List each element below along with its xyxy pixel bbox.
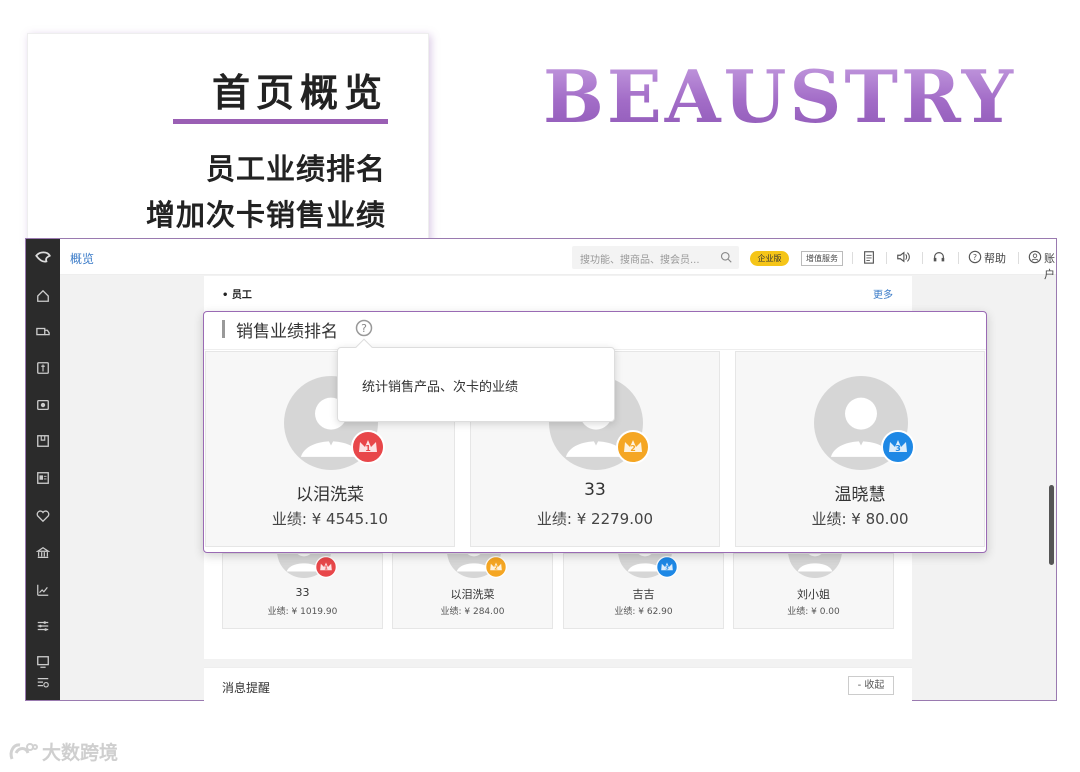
app-logo-icon[interactable]: [26, 247, 60, 269]
collapse-button[interactable]: - 收起: [848, 676, 894, 695]
staff-name: 吉吉: [632, 588, 655, 601]
more-link[interactable]: 更多: [873, 286, 893, 301]
box-icon[interactable]: [26, 431, 60, 451]
staff-performance: 业绩: ¥ 2279.00: [536, 510, 654, 528]
rank-number: 2: [630, 444, 636, 453]
watermark-logo-icon: [9, 742, 38, 760]
messages-bar: 消息提醒 - 收起: [204, 667, 912, 701]
title-accent-bar: [222, 320, 225, 338]
wallet-icon[interactable]: [26, 358, 60, 378]
staff-name: 33: [295, 586, 310, 599]
staff-name: 温晓慧: [834, 485, 886, 505]
speaker-icon[interactable]: [896, 250, 910, 264]
staff-performance: 业绩: ¥ 80.00: [811, 510, 909, 528]
divider: [922, 252, 923, 264]
staff-name: 以泪洗菜: [296, 485, 364, 505]
promo-underline: [173, 119, 388, 124]
help-link[interactable]: 帮助: [984, 250, 1006, 266]
promo-line-1: 员工业绩排名: [205, 152, 386, 186]
staff-card[interactable]: 刘小姐 业绩: ¥ 0.00: [733, 553, 894, 629]
breadcrumb[interactable]: 概览: [70, 250, 94, 267]
svg-text:?: ?: [973, 253, 977, 262]
edition-badge[interactable]: 企业版: [750, 251, 789, 266]
sliders-icon[interactable]: [26, 616, 60, 636]
bank-icon[interactable]: [26, 543, 60, 563]
clipboard-icon[interactable]: [862, 250, 876, 264]
staff-card[interactable]: 3 吉吉 业绩: ¥ 62.90: [563, 553, 724, 629]
divider: [852, 252, 853, 264]
divider: [1018, 252, 1019, 264]
staff-card[interactable]: 1 33 业绩: ¥ 1019.90: [222, 553, 383, 629]
rank-number: 3: [665, 566, 669, 572]
rank-number: 1: [365, 444, 371, 453]
chart-icon[interactable]: [26, 580, 60, 600]
crown-badge-icon: 3: [881, 430, 915, 464]
svg-text:?: ?: [361, 322, 367, 335]
headset-icon[interactable]: [932, 250, 946, 264]
staff-name: 33: [584, 480, 606, 500]
screen-icon[interactable]: [26, 652, 60, 672]
search-icon[interactable]: [720, 251, 732, 263]
rank-number: 3: [895, 444, 901, 453]
watermark-text: 大数跨境: [42, 742, 119, 764]
staff-card[interactable]: 2 以泪洗菜 业绩: ¥ 284.00: [392, 553, 553, 629]
staff-performance: 业绩: ¥ 1019.90: [267, 607, 338, 617]
top-staff-card[interactable]: 3 温晓慧 业绩: ¥ 80.00: [735, 351, 985, 547]
value-service-button[interactable]: 增值服务: [801, 251, 843, 266]
sidebar: [26, 239, 60, 700]
promo-title: 首页概览: [211, 71, 388, 115]
staff-performance: 业绩: ¥ 284.00: [440, 607, 505, 617]
section-label: • 员工: [222, 290, 252, 301]
camera-icon[interactable]: [26, 395, 60, 415]
search-placeholder: 搜功能、搜商品、搜会员...: [580, 255, 700, 266]
messages-label: 消息提醒: [222, 681, 271, 695]
divider: [958, 252, 959, 264]
staff-performance: 业绩: ¥ 62.90: [614, 607, 673, 617]
staff-performance: 业绩: ¥ 4545.10: [271, 510, 389, 528]
crown-badge-icon: 1: [315, 556, 337, 578]
home-icon[interactable]: [26, 286, 60, 306]
staff-name: 刘小姐: [797, 588, 830, 601]
tooltip-text: 统计销售产品、次卡的业绩: [362, 380, 519, 395]
popup-title: 销售业绩排名: [236, 322, 338, 342]
avatar: [788, 554, 842, 578]
id-card-icon[interactable]: [26, 468, 60, 488]
search-input[interactable]: 搜功能、搜商品、搜会员...: [572, 246, 739, 269]
promo-card: 首页概览 员工业绩排名 增加次卡销售业绩: [27, 33, 429, 245]
heart-icon[interactable]: [26, 506, 60, 526]
watermark: 大数跨境: [8, 738, 118, 765]
account-icon[interactable]: [1028, 250, 1042, 264]
promo-line-2: 增加次卡销售业绩: [145, 198, 386, 232]
staff-performance: 业绩: ¥ 0.00: [787, 607, 840, 617]
crown-badge-icon: 3: [656, 556, 678, 578]
brand-logo: BEAUSTRY: [543, 54, 1016, 139]
help-icon[interactable]: ?: [968, 250, 982, 264]
scrollbar[interactable]: [1048, 275, 1056, 700]
crown-badge-icon: 2: [616, 430, 650, 464]
rank-number: 2: [494, 566, 498, 572]
question-icon[interactable]: ?: [355, 319, 373, 337]
search-list-icon[interactable]: [26, 673, 60, 693]
truck-icon[interactable]: [26, 322, 60, 342]
crown-badge-icon: 1: [351, 430, 385, 464]
divider: [886, 252, 887, 264]
crown-badge-icon: 2: [485, 556, 507, 578]
staff-name: 以泪洗菜: [450, 588, 495, 601]
popup-header: 销售业绩排名 ?: [204, 312, 986, 350]
scroll-thumb[interactable]: [1049, 485, 1054, 565]
rank-number: 1: [324, 566, 328, 572]
tooltip: 统计销售产品、次卡的业绩: [337, 338, 615, 422]
top-bar: 概览 搜功能、搜商品、搜会员... 企业版 增值服务 ? 帮助 账户: [60, 239, 1056, 281]
